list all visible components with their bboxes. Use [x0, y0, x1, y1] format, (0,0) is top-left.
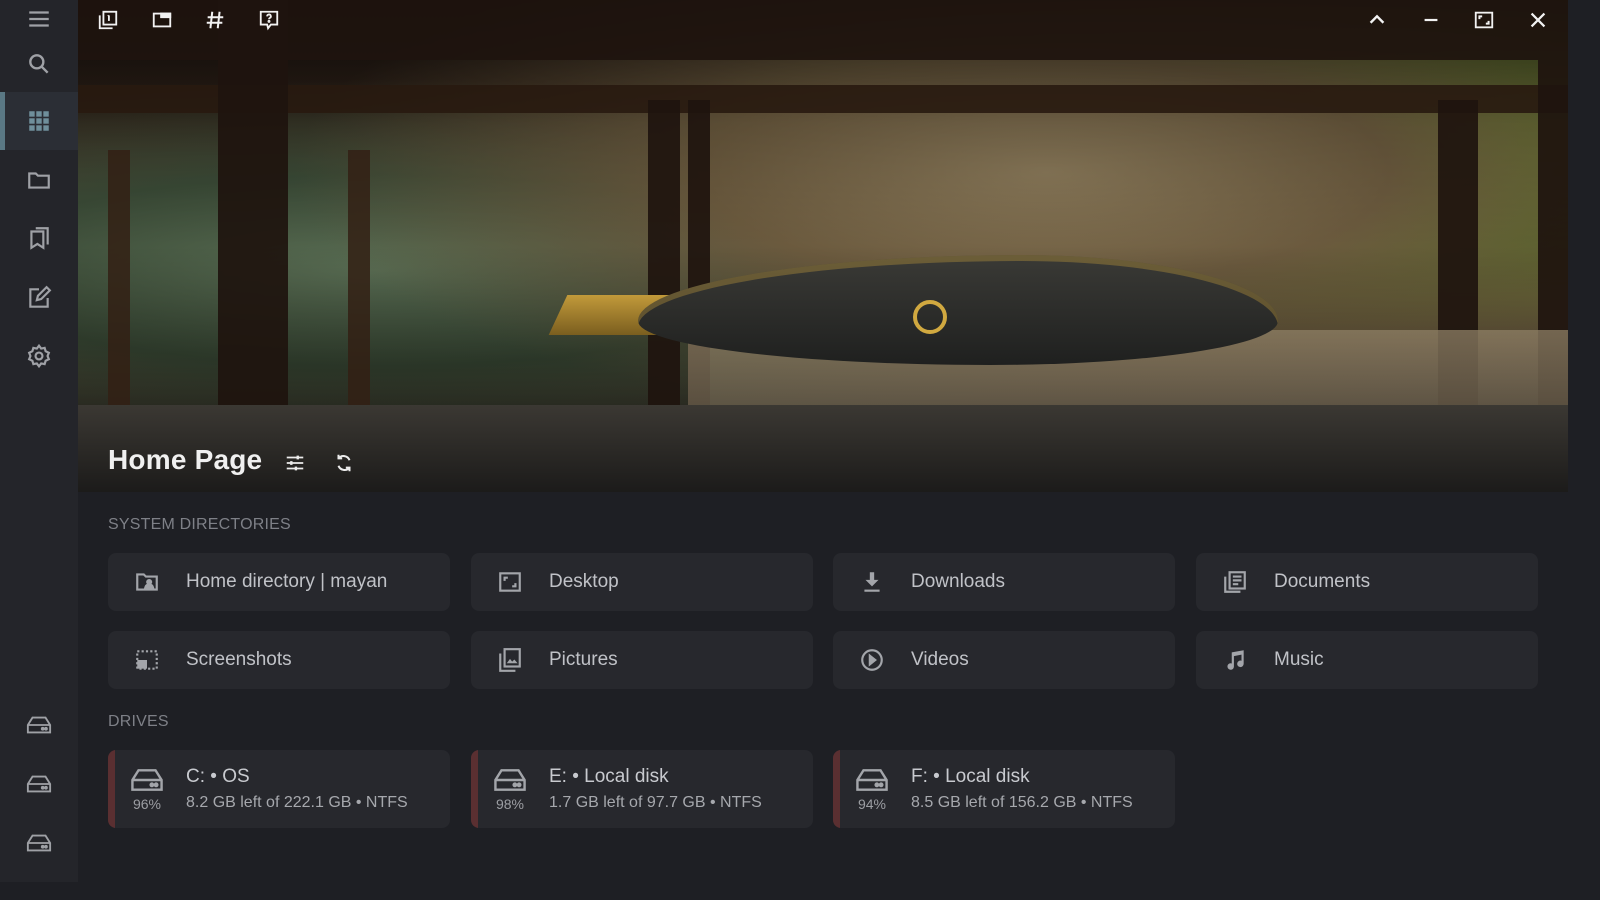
- music-note-icon: [1222, 647, 1248, 673]
- collapse-button[interactable]: [1361, 4, 1393, 36]
- sidebar-item-files[interactable]: [0, 152, 78, 208]
- dir-card-desktop[interactable]: Desktop: [471, 553, 813, 611]
- pillar: [648, 100, 680, 430]
- hero-banner-image: [78, 0, 1568, 492]
- gear-icon: [27, 343, 51, 369]
- hash-icon: [206, 11, 224, 29]
- maximize-button[interactable]: [1468, 4, 1500, 36]
- tab-stack-icon: [98, 10, 118, 30]
- dir-card-label: Home directory | mayan: [186, 571, 388, 592]
- drive-card-f[interactable]: 94% F: • Local disk 8.5 GB left of 156.2…: [833, 750, 1175, 828]
- airship: [638, 255, 1278, 365]
- dir-card-label: Music: [1274, 649, 1324, 670]
- dir-card-downloads[interactable]: Downloads: [833, 553, 1175, 611]
- drive-usage-percent: 96%: [132, 796, 162, 812]
- tags-button[interactable]: [199, 4, 231, 36]
- drive-icon: [26, 775, 52, 793]
- dir-card-label: Videos: [911, 649, 969, 670]
- desktop-icon: [497, 569, 523, 595]
- drive-icon: [493, 766, 527, 794]
- sidebar-drive-e[interactable]: [0, 756, 78, 812]
- documents-icon: [1222, 569, 1248, 595]
- minimize-icon: [1424, 18, 1438, 22]
- pillar: [108, 150, 130, 410]
- drive-icon: [130, 766, 164, 794]
- minimize-button[interactable]: [1415, 4, 1447, 36]
- restore-icon: [1474, 11, 1494, 29]
- close-icon: [1530, 12, 1546, 28]
- drive-name: E: • Local disk: [549, 766, 669, 787]
- dir-card-label: Pictures: [549, 649, 618, 670]
- menu-icon: [29, 11, 49, 27]
- pictures-icon: [497, 647, 523, 673]
- dir-card-label: Screenshots: [186, 649, 292, 670]
- chevron-up-icon: [1369, 14, 1385, 24]
- dir-card-documents[interactable]: Documents: [1196, 553, 1538, 611]
- roof-beam: [78, 0, 1568, 60]
- sidebar-item-bookmarks[interactable]: [0, 210, 78, 266]
- new-window-button[interactable]: [146, 4, 178, 36]
- drive-icon: [26, 834, 52, 852]
- drive-name: F: • Local disk: [911, 766, 1030, 787]
- drive-card-e[interactable]: 98% E: • Local disk 1.7 GB left of 97.7 …: [471, 750, 813, 828]
- drive-info: 8.5 GB left of 156.2 GB • NTFS: [911, 794, 1133, 811]
- drive-info: 8.2 GB left of 222.1 GB • NTFS: [186, 794, 408, 811]
- grid-icon: [29, 111, 49, 131]
- dir-card-music[interactable]: Music: [1196, 631, 1538, 689]
- page-title: Home Page: [108, 444, 263, 475]
- play-circle-icon: [859, 647, 885, 673]
- drive-usage-percent: 98%: [495, 796, 525, 812]
- section-label-drives: DRIVES: [108, 713, 169, 730]
- sidebar-drive-c[interactable]: [0, 697, 78, 753]
- drive-usage-accent: [108, 750, 115, 828]
- drive-info: 1.7 GB left of 97.7 GB • NTFS: [549, 794, 762, 811]
- dir-card-videos[interactable]: Videos: [833, 631, 1175, 689]
- refresh-icon: [337, 454, 351, 472]
- sidebar-item-edit[interactable]: [0, 270, 78, 326]
- sidebar-item-home[interactable]: [0, 92, 78, 150]
- instances-button[interactable]: [92, 4, 124, 36]
- sidebar: [0, 0, 78, 882]
- app-window: Home Page SYSTEM DIRECTORIES Home direct…: [0, 0, 1568, 882]
- window-icon: [152, 12, 172, 28]
- drive-name: C: • OS: [186, 766, 250, 787]
- drive-card-c[interactable]: 96% C: • OS 8.2 GB left of 222.1 GB • NT…: [108, 750, 450, 828]
- drive-usage-percent: 94%: [857, 796, 887, 812]
- edit-icon: [29, 285, 52, 308]
- customize-button[interactable]: [280, 448, 310, 478]
- close-button[interactable]: [1522, 4, 1554, 36]
- refresh-button[interactable]: [329, 448, 359, 478]
- folder-icon: [28, 172, 50, 189]
- dir-card-screenshots[interactable]: Screenshots: [108, 631, 450, 689]
- drive-usage-accent: [471, 750, 478, 828]
- home-folder-icon: [134, 569, 160, 595]
- roof-beam: [78, 85, 1568, 113]
- download-icon: [859, 569, 885, 595]
- drive-icon: [855, 766, 889, 794]
- dir-card-home[interactable]: Home directory | mayan: [108, 553, 450, 611]
- sidebar-item-search[interactable]: [0, 36, 78, 92]
- section-label-system-directories: SYSTEM DIRECTORIES: [108, 516, 291, 533]
- search-icon: [29, 54, 49, 74]
- tune-icon: [286, 455, 304, 471]
- ship-emblem: [913, 300, 947, 334]
- drive-usage-accent: [833, 750, 840, 828]
- dir-card-pictures[interactable]: Pictures: [471, 631, 813, 689]
- sidebar-item-settings[interactable]: [0, 328, 78, 384]
- dir-card-label: Documents: [1274, 571, 1371, 592]
- pillar: [348, 150, 370, 410]
- dir-card-label: Downloads: [911, 571, 1005, 592]
- drive-icon: [26, 716, 52, 734]
- help-icon: [259, 10, 279, 31]
- sidebar-drive-f[interactable]: [0, 815, 78, 871]
- screenshot-icon: [134, 647, 160, 673]
- bookmarks-icon: [30, 227, 49, 250]
- help-button[interactable]: [253, 4, 285, 36]
- dir-card-label: Desktop: [549, 571, 619, 592]
